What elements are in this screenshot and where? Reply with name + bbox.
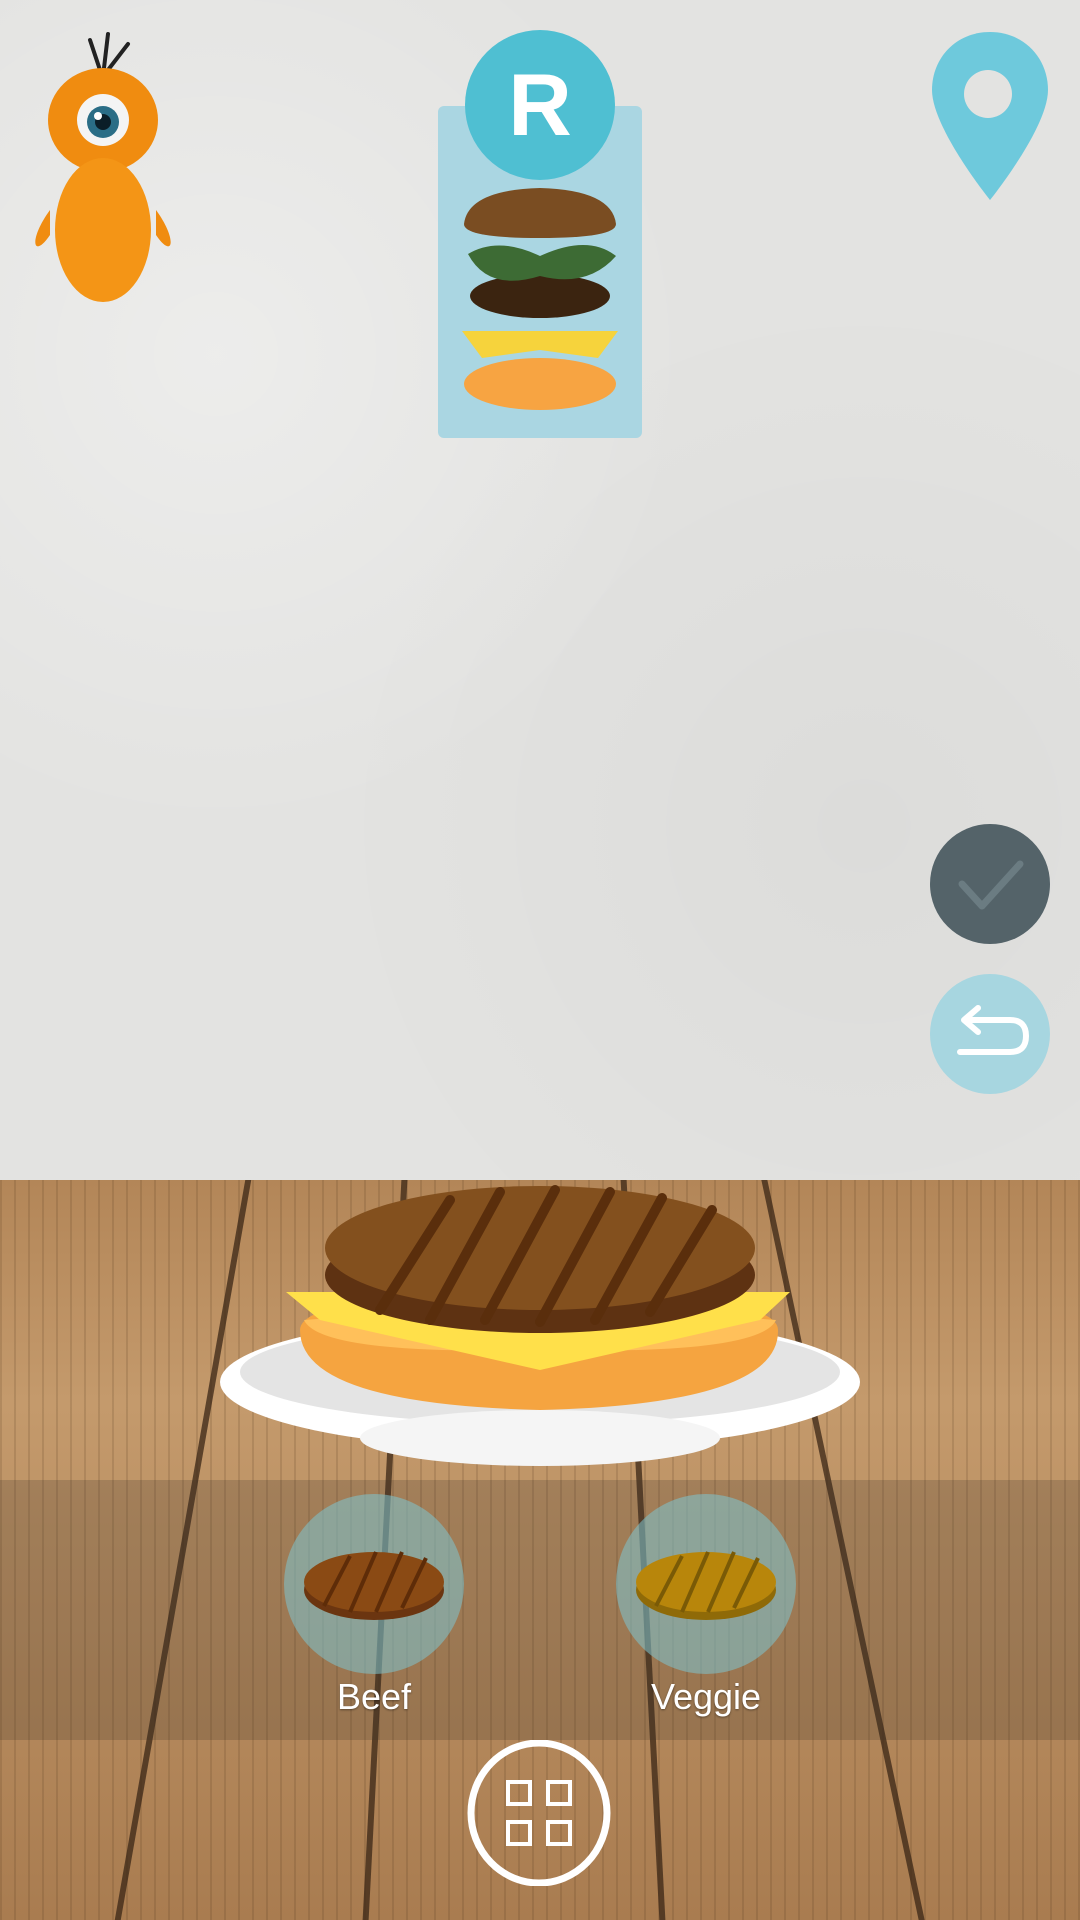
ingredient-label-beef: Beef (336, 1676, 412, 1717)
ingredient-option-beef[interactable] (284, 1494, 464, 1674)
location-pin-button[interactable] (928, 28, 1052, 204)
grid-menu-icon (467, 1739, 611, 1887)
ingredient-option-veggie[interactable] (616, 1494, 796, 1674)
undo-button[interactable] (930, 974, 1050, 1094)
location-pin-icon (932, 32, 1048, 200)
recipe-badge[interactable]: R (465, 30, 615, 180)
plated-burger (220, 1185, 860, 1466)
menu-button[interactable] (466, 1739, 612, 1887)
mascot-icon (35, 32, 171, 302)
checkmark-icon (958, 860, 1024, 910)
beef-patty-icon (304, 1551, 444, 1620)
ingredient-tray (0, 1480, 1080, 1740)
ingredient-label-veggie: Veggie (650, 1676, 762, 1717)
mascot-character[interactable] (28, 30, 178, 305)
veggie-patty-icon (636, 1551, 776, 1620)
undo-arrow-icon (957, 1005, 1029, 1055)
confirm-button[interactable] (930, 824, 1050, 944)
